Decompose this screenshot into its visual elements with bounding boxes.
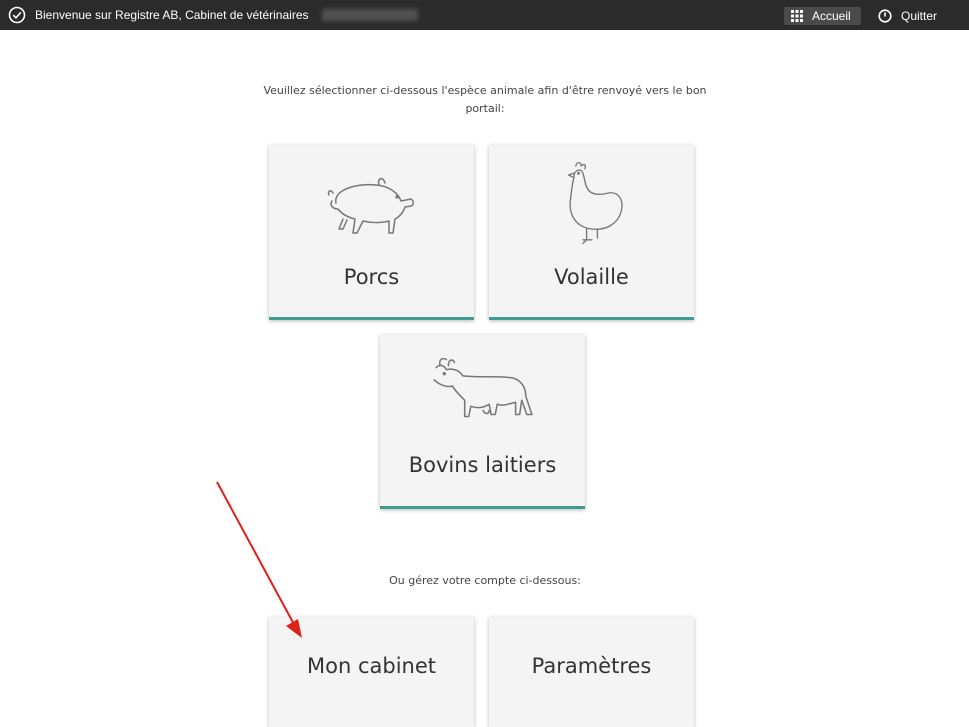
tile-parametres-label: Paramètres xyxy=(531,654,652,678)
tile-mon-cabinet-label: Mon cabinet xyxy=(307,654,436,678)
tile-bovins-laitiers[interactable]: Bovins laitiers xyxy=(380,335,585,509)
tile-bovins-laitiers-label: Bovins laitiers xyxy=(408,453,557,477)
account-text: Ou gérez votre compte ci-dessous: xyxy=(389,574,581,587)
tile-porcs-label: Porcs xyxy=(343,265,400,289)
chicken-icon xyxy=(567,161,623,245)
tile-volaille[interactable]: Volaille xyxy=(489,145,694,320)
quitter-label: Quitter xyxy=(901,9,938,23)
redacted-cabinet-name xyxy=(322,9,418,21)
pig-icon xyxy=(327,177,414,234)
accueil-button[interactable]: Accueil xyxy=(784,7,861,25)
check-circle-icon xyxy=(8,6,26,24)
tile-parametres[interactable]: Paramètres xyxy=(489,617,694,727)
accueil-label: Accueil xyxy=(812,9,851,23)
red-arrow-icon xyxy=(216,481,302,638)
tile-porcs[interactable]: Porcs xyxy=(269,145,474,320)
top-bar: Bienvenue sur Registre AB, Cabinet de vé… xyxy=(0,0,969,30)
tile-volaille-label: Volaille xyxy=(554,265,629,289)
intro-text: Veuillez sélectionner ci-dessous l'espèc… xyxy=(263,84,707,115)
grid-icon xyxy=(791,10,803,22)
welcome-text: Bienvenue sur Registre AB, Cabinet de vé… xyxy=(35,8,309,22)
cow-icon xyxy=(433,357,533,418)
power-icon xyxy=(878,9,892,23)
quitter-button[interactable]: Quitter xyxy=(878,7,937,25)
